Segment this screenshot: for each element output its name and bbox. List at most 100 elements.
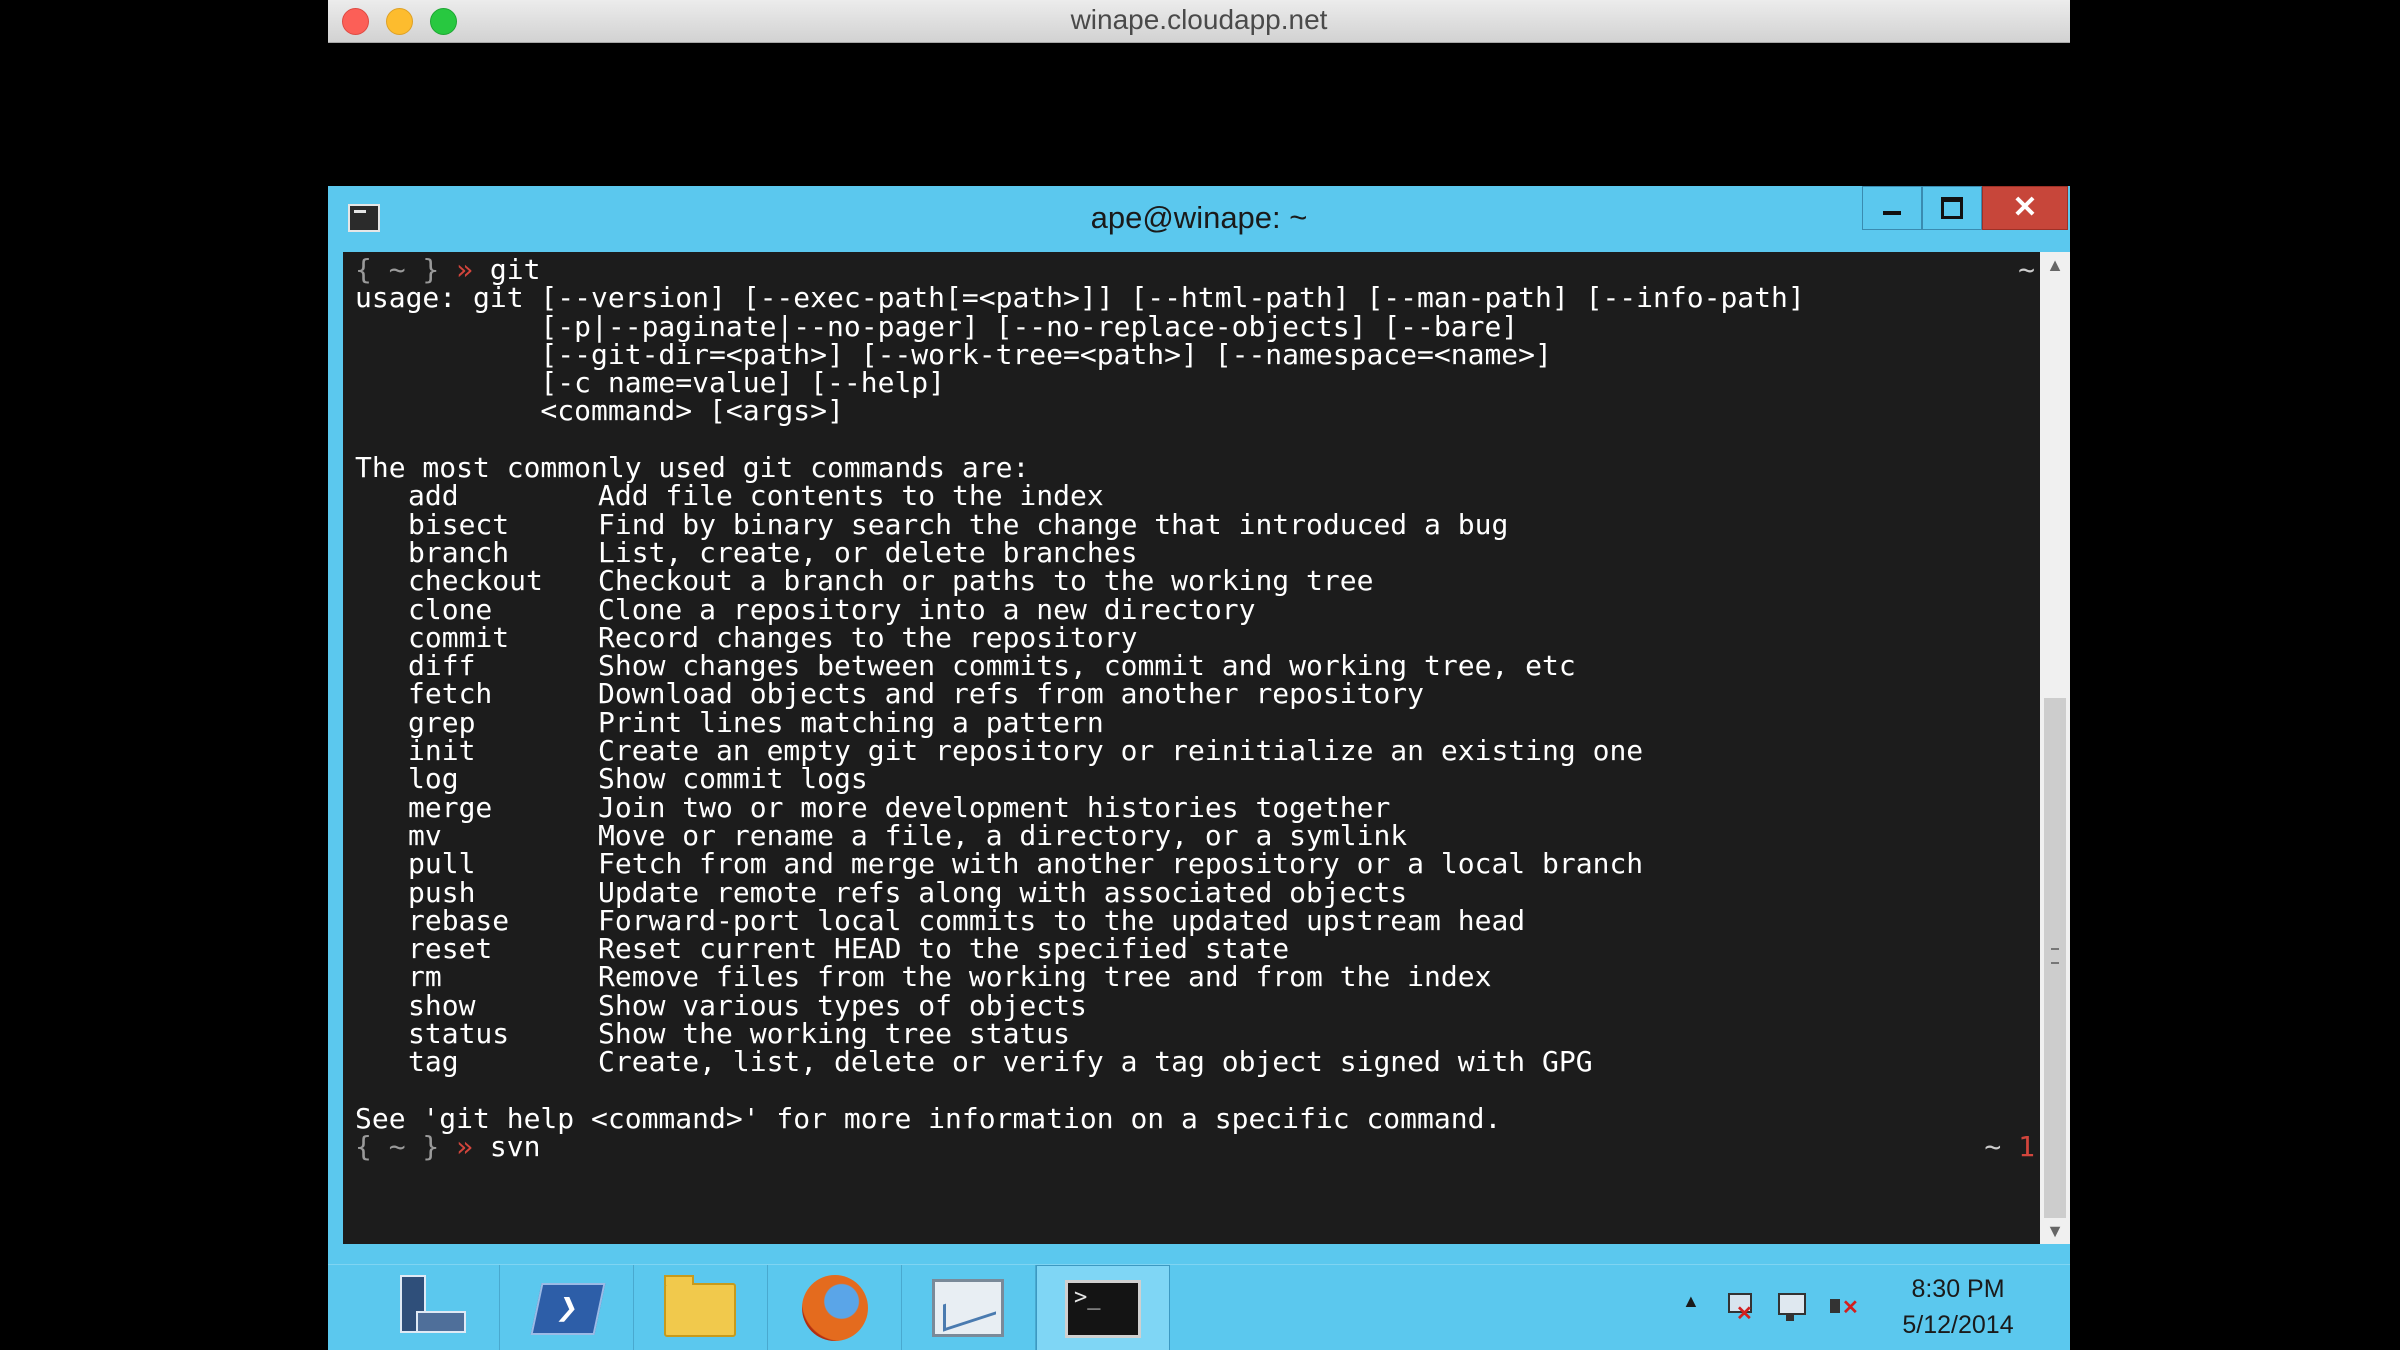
command-row: branch List, create, or delete branches — [355, 535, 2035, 569]
command-name: tag — [408, 1045, 459, 1079]
scroll-thumb[interactable] — [2044, 698, 2066, 1218]
scroll-grip-icon — [2051, 948, 2059, 964]
help-footer: See 'git help <command>' for more inform… — [355, 1101, 1502, 1135]
command-name: checkout — [408, 564, 543, 598]
scroll-down-icon[interactable]: ▼ — [2040, 1218, 2070, 1244]
console-window: ape@winape: ~ ✕ { ~ } » git ~ usage: git … — [328, 186, 2070, 1264]
command-row: clone Clone a repository into a new direc… — [355, 592, 2035, 626]
command-name: branch — [408, 535, 510, 569]
right-prompt-dir: ~ — [1984, 1130, 2002, 1164]
command-row: diff Show changes between commits, commit… — [355, 649, 2035, 683]
close-button[interactable]: ✕ — [1982, 186, 2068, 230]
console-titlebar[interactable]: ape@winape: ~ ✕ — [328, 186, 2070, 252]
command-row: log Show commit logs — [355, 762, 2035, 796]
firefox-icon — [802, 1275, 868, 1341]
prompt-line: { ~ } » svn ~ 1 — [355, 1133, 2035, 1161]
taskbar-console[interactable]: >_ — [1036, 1265, 1170, 1350]
powershell-icon: ❯ — [530, 1283, 606, 1335]
command-row: rebase Forward-port local commits to the … — [355, 903, 2035, 937]
minimize-icon — [1883, 211, 1901, 215]
command-row: grep Print lines matching a pattern — [355, 705, 2035, 739]
command-name: bisect — [408, 507, 510, 541]
taskbar: ❯ >_ ▲ 8:30 PM 5/12/2014 — [328, 1264, 2070, 1350]
command-name: merge — [408, 790, 493, 824]
command-row: push Update remote refs along with associ… — [355, 875, 2035, 909]
performance-monitor-icon — [932, 1279, 1004, 1337]
command-row: pull Fetch from and merge with another re… — [355, 847, 2035, 881]
command-name: commit — [408, 620, 510, 654]
prompt-arrow: » — [456, 1130, 474, 1164]
taskbar-performance-monitor[interactable] — [902, 1265, 1036, 1350]
usage-line: [-c name=value] [--help] — [355, 366, 946, 400]
close-icon: ✕ — [2012, 191, 2038, 224]
right-prompt: ~ — [2018, 253, 2035, 286]
command-row: bisect Find by binary search the change t… — [355, 507, 2035, 541]
command-row: tag Create, list, delete or verify a tag … — [355, 1045, 2035, 1079]
command-row: show Show various types of objects — [355, 988, 2035, 1022]
taskbar-file-explorer[interactable] — [634, 1265, 768, 1350]
command-description: Create, list, delete or verify a tag obj… — [598, 1045, 1593, 1079]
usage-line: <command> [<args>] — [355, 394, 844, 428]
taskbar-firefox[interactable] — [768, 1265, 902, 1350]
right-prompt: ~ 1 — [1984, 1133, 2035, 1161]
command-row: commit Record changes to the repository — [355, 620, 2035, 654]
command-name: rm — [408, 960, 442, 994]
command-name: pull — [408, 847, 476, 881]
clock-time: 8:30 PM — [1911, 1275, 2005, 1303]
vertical-scrollbar[interactable]: ▲ ▼ — [2040, 252, 2070, 1244]
command-name: mv — [408, 818, 442, 852]
console-window-title: ape@winape: ~ — [1090, 200, 1308, 235]
maximize-button[interactable] — [1922, 186, 1982, 230]
commands-header: The most commonly used git commands are: — [355, 451, 1030, 485]
command-row: init Create an empty git repository or re… — [355, 734, 2035, 768]
mac-window: winape.cloudapp.net ape@winape: ~ ✕ { ~ … — [328, 0, 2070, 1350]
prompt: { ~ } — [355, 1130, 440, 1164]
mac-titlebar: winape.cloudapp.net — [328, 0, 2070, 43]
command-name: log — [408, 762, 459, 796]
usage-line: [-p|--paginate|--no-pager] [--no-replace… — [355, 309, 1519, 343]
scroll-up-icon[interactable]: ▲ — [2040, 252, 2070, 278]
command-name: fetch — [408, 677, 493, 711]
command-row: rm Remove files from the working tree and… — [355, 960, 2035, 994]
exit-code: 1 — [2018, 1130, 2035, 1164]
action-center-flag-icon[interactable] — [1722, 1291, 1758, 1326]
command-name: diff — [408, 649, 476, 683]
terminal-area[interactable]: { ~ } » git ~ usage: git [--version] [--e… — [343, 252, 2055, 1244]
command-name: push — [408, 875, 476, 909]
command-text: svn — [489, 1130, 541, 1164]
commands-list: add Add file contents to the index bisect F… — [355, 479, 2035, 1079]
taskbar-powershell[interactable]: ❯ — [500, 1265, 634, 1350]
command-row: fetch Download objects and refs from anot… — [355, 677, 2035, 711]
clock[interactable]: 8:30 PM 5/12/2014 — [1878, 1271, 2038, 1343]
command-name: rebase — [408, 903, 510, 937]
command-row: add Add file contents to the index — [355, 479, 2035, 513]
minimize-button[interactable] — [1862, 186, 1922, 230]
volume-muted-icon[interactable] — [1826, 1291, 1862, 1325]
server-manager-icon — [396, 1275, 466, 1341]
prompt-line: { ~ } » git ~ — [355, 253, 2035, 286]
command-name: clone — [408, 592, 493, 626]
command-row: reset Reset current HEAD to the specified… — [355, 932, 2035, 966]
mac-window-title: winape.cloudapp.net — [1070, 4, 1328, 35]
network-icon[interactable] — [1774, 1291, 1810, 1325]
usage-block: usage: git [--version] [--exec-path[=<pa… — [355, 281, 2035, 428]
taskbar-server-manager[interactable] — [366, 1265, 500, 1350]
command-name: show — [408, 988, 476, 1022]
command-name: grep — [408, 705, 476, 739]
console-icon: >_ — [1065, 1280, 1141, 1338]
command-row: merge Join two or more development histor… — [355, 790, 2035, 824]
usage-line: usage: git [--version] [--exec-path[=<pa… — [355, 281, 1805, 315]
show-hidden-icons-icon[interactable]: ▲ — [1682, 1291, 1700, 1312]
command-row: status Show the working tree status — [355, 1017, 2035, 1051]
folder-icon — [664, 1275, 736, 1337]
clock-date: 5/12/2014 — [1902, 1311, 2014, 1339]
command-name: add — [408, 479, 459, 513]
command-name: status — [408, 1017, 510, 1051]
command-name: reset — [408, 932, 493, 966]
command-name: init — [408, 734, 476, 768]
usage-line: [--git-dir=<path>] [--work-tree=<path>] … — [355, 337, 1552, 371]
terminal-output: { ~ } » git ~ usage: git [--version] [--e… — [355, 253, 2035, 1162]
maximize-icon — [1941, 197, 1963, 219]
command-row: mv Move or rename a file, a directory, or… — [355, 818, 2035, 852]
